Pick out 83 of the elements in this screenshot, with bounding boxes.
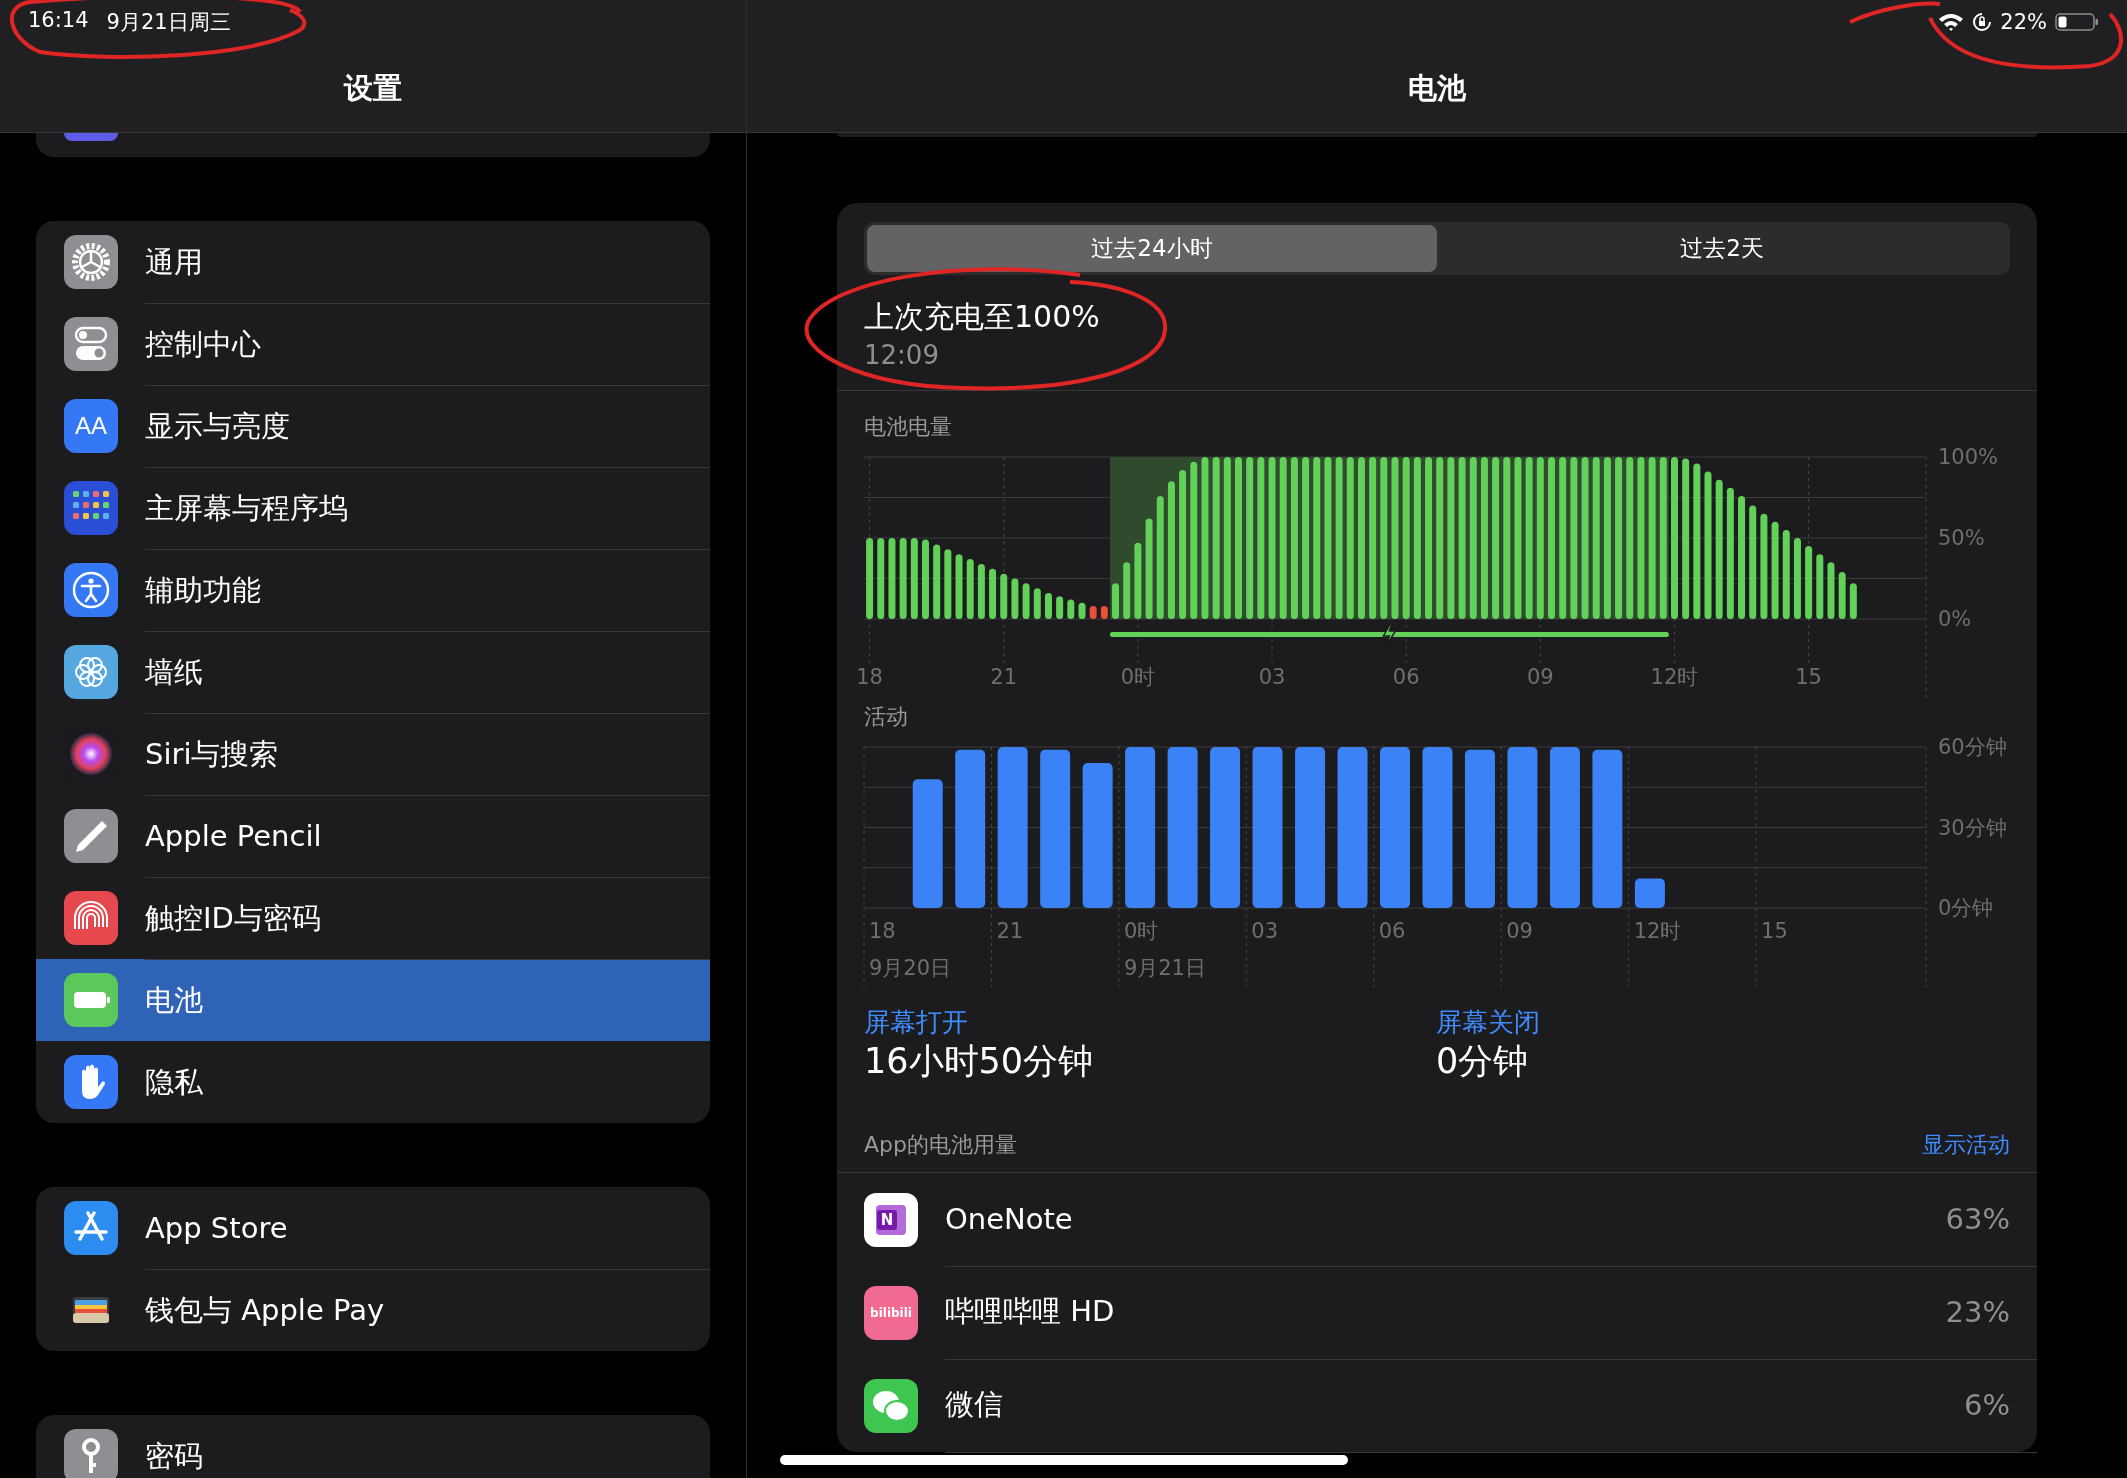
chat-bubbles-icon <box>864 1378 918 1433</box>
app-store-icon <box>64 1201 118 1255</box>
accessibility-icon <box>64 563 118 617</box>
settings-row[interactable]: 控制中心 <box>36 303 710 385</box>
settings-row[interactable]: 通用 <box>36 221 710 303</box>
flower-icon <box>64 645 118 699</box>
stat-value: 16小时50分钟 <box>864 1040 1095 1083</box>
usage-percent: 23% <box>1945 1295 2010 1329</box>
key-icon <box>64 1429 118 1478</box>
settings-row[interactable]: 电池 <box>36 959 710 1041</box>
segment-tab[interactable]: 过去2天 <box>1437 225 2007 272</box>
usage-percent: 63% <box>1945 1202 2010 1236</box>
settings-row[interactable]: AA 显示与亮度 <box>36 385 710 467</box>
stat-label: 屏幕关闭 <box>1436 1007 1541 1037</box>
app-row[interactable]: N OneNote 63% <box>837 1173 2037 1266</box>
settings-row[interactable]: 隐私 <box>36 1041 710 1123</box>
battery-icon <box>2055 12 2099 32</box>
axis-label: 50% <box>1938 526 1985 550</box>
rotation-lock-icon <box>1972 12 1993 32</box>
text-size-icon: AA <box>64 399 118 453</box>
gear-icon <box>64 235 118 289</box>
app-icon <box>64 133 118 141</box>
axis-label: 03 <box>1258 665 1286 689</box>
settings-row[interactable]: Apple Pencil <box>36 795 710 877</box>
axis-label: 09 <box>1506 919 1533 943</box>
last-charge-time: 12:09 <box>864 339 940 372</box>
battery-icon <box>64 973 118 1027</box>
status-date: 9月21日周三 <box>106 9 231 36</box>
axis-label: 0% <box>1938 607 1972 631</box>
axis-label: 12时 <box>1650 665 1699 689</box>
axis-label: 06 <box>1392 665 1420 689</box>
settings-row[interactable]: 墙纸 <box>36 631 710 713</box>
app-name: 微信 <box>945 1386 1003 1423</box>
axis-label: 21 <box>996 919 1024 943</box>
settings-row[interactable]: 钱包与 Apple Pay <box>36 1269 710 1351</box>
usage-percent: 6% <box>1964 1388 2010 1422</box>
stat-label: 屏幕打开 <box>864 1007 969 1037</box>
hand-icon <box>64 1055 118 1109</box>
stat-value: 0分钟 <box>1436 1040 1530 1083</box>
segment-tab[interactable]: 过去24小时 <box>867 225 1437 272</box>
axis-label: 15 <box>1795 665 1822 689</box>
axis-label: 9月21日 <box>1123 956 1206 980</box>
status-time: 16:14 <box>28 8 89 34</box>
settings-row[interactable]: 密码 <box>36 1415 710 1478</box>
app-row[interactable]: 微信 6% <box>837 1359 2037 1452</box>
app-name: 哔哩哔哩 HD <box>945 1293 1115 1330</box>
chart-title: 活动 <box>864 703 908 731</box>
app-grid-icon <box>64 481 118 535</box>
axis-label: 09 <box>1526 665 1554 689</box>
axis-label: 06 <box>1378 919 1406 943</box>
section-header: App的电池用量 <box>864 1131 1017 1159</box>
axis-label: 18 <box>869 919 896 943</box>
app-name: OneNote <box>945 1202 1073 1236</box>
axis-label: 0时 <box>1120 665 1156 689</box>
battery-percent: 22% <box>2000 10 2047 34</box>
axis-label: 100% <box>1938 445 1999 469</box>
axis-label: 18 <box>858 665 883 689</box>
fingerprint-icon <box>64 891 118 945</box>
toggle-icon <box>64 317 118 371</box>
settings-row[interactable]: 辅助功能 <box>36 549 710 631</box>
axis-label: 9月20日 <box>869 956 952 980</box>
axis-label: 0分钟 <box>1938 896 1994 920</box>
settings-row[interactable]: App Store <box>36 1187 710 1269</box>
app-row[interactable]: bilibili 哔哩哔哩 HD 23% <box>837 1266 2037 1359</box>
wifi-icon <box>1938 12 1965 32</box>
nav-title: 设置 <box>344 70 402 106</box>
settings-row[interactable]: Siri与搜索 <box>36 713 710 795</box>
pencil-icon <box>64 809 118 863</box>
notebook-app-icon: N <box>864 1192 918 1247</box>
chart-title: 电池电量 <box>864 413 952 441</box>
settings-row[interactable]: 主屏幕与程序坞 <box>36 467 710 549</box>
last-charge-title: 上次充电至100% <box>864 298 1101 336</box>
axis-label: 15 <box>1761 919 1788 943</box>
settings-row[interactable]: 触控ID与密码 <box>36 877 710 959</box>
axis-label: 0时 <box>1123 919 1159 943</box>
axis-label: 12时 <box>1633 919 1682 943</box>
axis-label: 03 <box>1251 919 1279 943</box>
tv-app-icon: bilibili <box>864 1285 918 1340</box>
nav-title: 电池 <box>1408 70 1466 106</box>
axis-label: 30分钟 <box>1938 815 2007 840</box>
show-activity-link[interactable]: 显示活动 <box>1922 1130 2010 1160</box>
axis-label: 60分钟 <box>1938 735 2007 759</box>
axis-label: 21 <box>990 665 1018 689</box>
